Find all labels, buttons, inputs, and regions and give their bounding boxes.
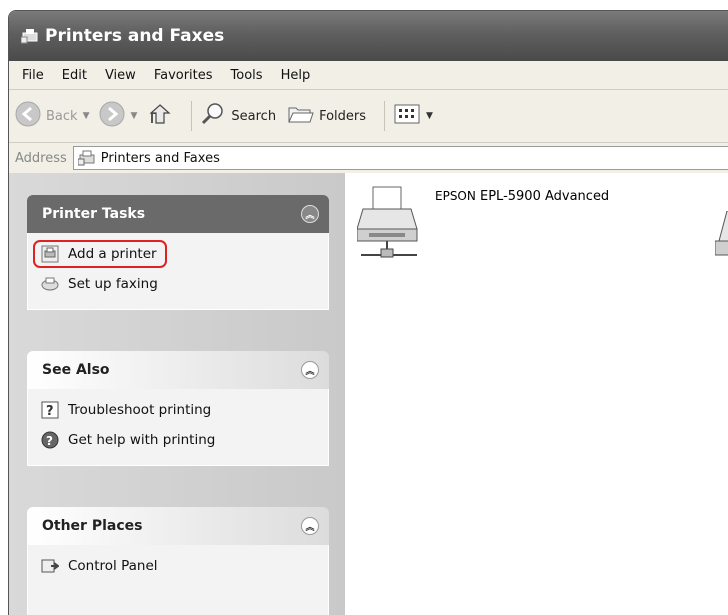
printers-folder-icon xyxy=(77,150,96,166)
printers-folder-icon xyxy=(20,28,39,44)
folders-icon xyxy=(286,102,314,130)
toolbar-separator xyxy=(191,101,193,131)
set-up-faxing-label: Set up faxing xyxy=(68,276,158,292)
menu-edit[interactable]: Edit xyxy=(53,68,96,83)
printer-list-pane: EPSON EPL-5900 Advanced xyxy=(345,173,728,615)
set-up-faxing-task[interactable]: Set up faxing xyxy=(40,269,318,299)
svg-text:?: ? xyxy=(46,434,53,448)
control-panel-link[interactable]: Control Panel xyxy=(40,551,318,581)
up-button[interactable] xyxy=(147,101,173,131)
toolbar-separator xyxy=(384,101,386,131)
other-places-panel: Other Places ︽ Control Panel xyxy=(27,507,329,615)
menu-bar: File Edit View Favorites Tools Help xyxy=(9,61,728,90)
search-label: Search xyxy=(231,108,277,124)
see-also-body: ? Troubleshoot printing ? Get help with … xyxy=(27,389,329,466)
back-arrow-icon xyxy=(15,101,41,131)
window-title: Printers and Faxes xyxy=(45,26,225,46)
highlight-box: Add a printer xyxy=(33,240,167,268)
get-help-printing-label: Get help with printing xyxy=(68,432,216,448)
up-folder-icon xyxy=(147,101,173,131)
views-dropdown-icon[interactable]: ▼ xyxy=(426,111,433,121)
back-dropdown-icon[interactable]: ▼ xyxy=(83,111,90,121)
add-printer-label: Add a printer xyxy=(68,246,157,262)
control-panel-label: Control Panel xyxy=(68,558,158,574)
explorer-window: Printers and Faxes File Edit View Favori… xyxy=(8,10,728,615)
address-field[interactable]: Printers and Faxes xyxy=(72,146,728,170)
collapse-icon[interactable]: ︽ xyxy=(301,361,319,379)
menu-favorites[interactable]: Favorites xyxy=(145,68,222,83)
menu-help[interactable]: Help xyxy=(272,68,320,83)
title-bar: Printers and Faxes xyxy=(9,11,728,61)
search-icon xyxy=(200,101,226,131)
troubleshoot-printing-label: Troubleshoot printing xyxy=(68,402,212,418)
printer-tasks-header[interactable]: Printer Tasks ︽ xyxy=(27,195,329,233)
see-also-header[interactable]: See Also ︽ xyxy=(27,351,329,389)
task-pane: Printer Tasks ︽ Add a printer Set up fax… xyxy=(9,173,345,615)
help-question-icon: ? xyxy=(40,400,60,420)
address-label: Address xyxy=(15,150,67,166)
see-also-panel: See Also ︽ ? Troubleshoot printing ? Get… xyxy=(27,351,329,466)
printer-network-icon[interactable] xyxy=(714,210,728,275)
address-value: Printers and Faxes xyxy=(100,150,220,166)
add-printer-task[interactable]: Add a printer xyxy=(33,239,318,269)
forward-arrow-icon xyxy=(99,101,125,131)
add-printer-icon xyxy=(40,244,60,264)
address-bar: Address Printers and Faxes xyxy=(9,143,728,174)
troubleshoot-printing-link[interactable]: ? Troubleshoot printing xyxy=(40,395,318,425)
printer-item[interactable]: EPSON EPL-5900 Advanced xyxy=(356,183,609,267)
help-circle-icon: ? xyxy=(40,430,60,450)
back-button[interactable]: Back ▼ xyxy=(15,101,89,131)
toolbar: Back ▼ ▼ Search Folders ▼ xyxy=(9,90,728,143)
printer-brand: EPSON xyxy=(435,189,476,203)
forward-dropdown-icon[interactable]: ▼ xyxy=(130,111,137,121)
svg-text:?: ? xyxy=(46,404,54,419)
views-button[interactable]: ▼ xyxy=(393,102,433,130)
get-help-printing-link[interactable]: ? Get help with printing xyxy=(40,425,318,455)
printer-network-icon xyxy=(356,183,425,267)
printer-tasks-body: Add a printer Set up faxing xyxy=(27,233,329,310)
folders-label: Folders xyxy=(319,108,367,124)
menu-view[interactable]: View xyxy=(96,68,145,83)
printer-tasks-title: Printer Tasks xyxy=(42,206,146,222)
forward-button[interactable]: ▼ xyxy=(99,101,137,131)
control-panel-icon xyxy=(40,556,60,576)
search-button[interactable]: Search xyxy=(200,101,276,131)
printer-tasks-panel: Printer Tasks ︽ Add a printer Set up fax… xyxy=(27,195,329,310)
fax-icon xyxy=(40,274,60,294)
views-grid-icon xyxy=(393,102,421,130)
collapse-icon[interactable]: ︽ xyxy=(301,205,319,223)
printer-model: EPL-5900 Advanced xyxy=(480,189,610,204)
collapse-icon[interactable]: ︽ xyxy=(301,517,319,535)
back-label: Back xyxy=(46,108,78,124)
content-area: Printer Tasks ︽ Add a printer Set up fax… xyxy=(9,173,728,615)
other-places-body: Control Panel xyxy=(27,545,329,615)
folders-button[interactable]: Folders xyxy=(286,102,366,130)
see-also-title: See Also xyxy=(42,362,110,378)
other-places-header[interactable]: Other Places ︽ xyxy=(27,507,329,545)
menu-file[interactable]: File xyxy=(13,68,53,83)
printer-label: EPSON EPL-5900 Advanced xyxy=(435,189,609,267)
menu-tools[interactable]: Tools xyxy=(222,68,272,83)
other-places-title: Other Places xyxy=(42,518,143,534)
